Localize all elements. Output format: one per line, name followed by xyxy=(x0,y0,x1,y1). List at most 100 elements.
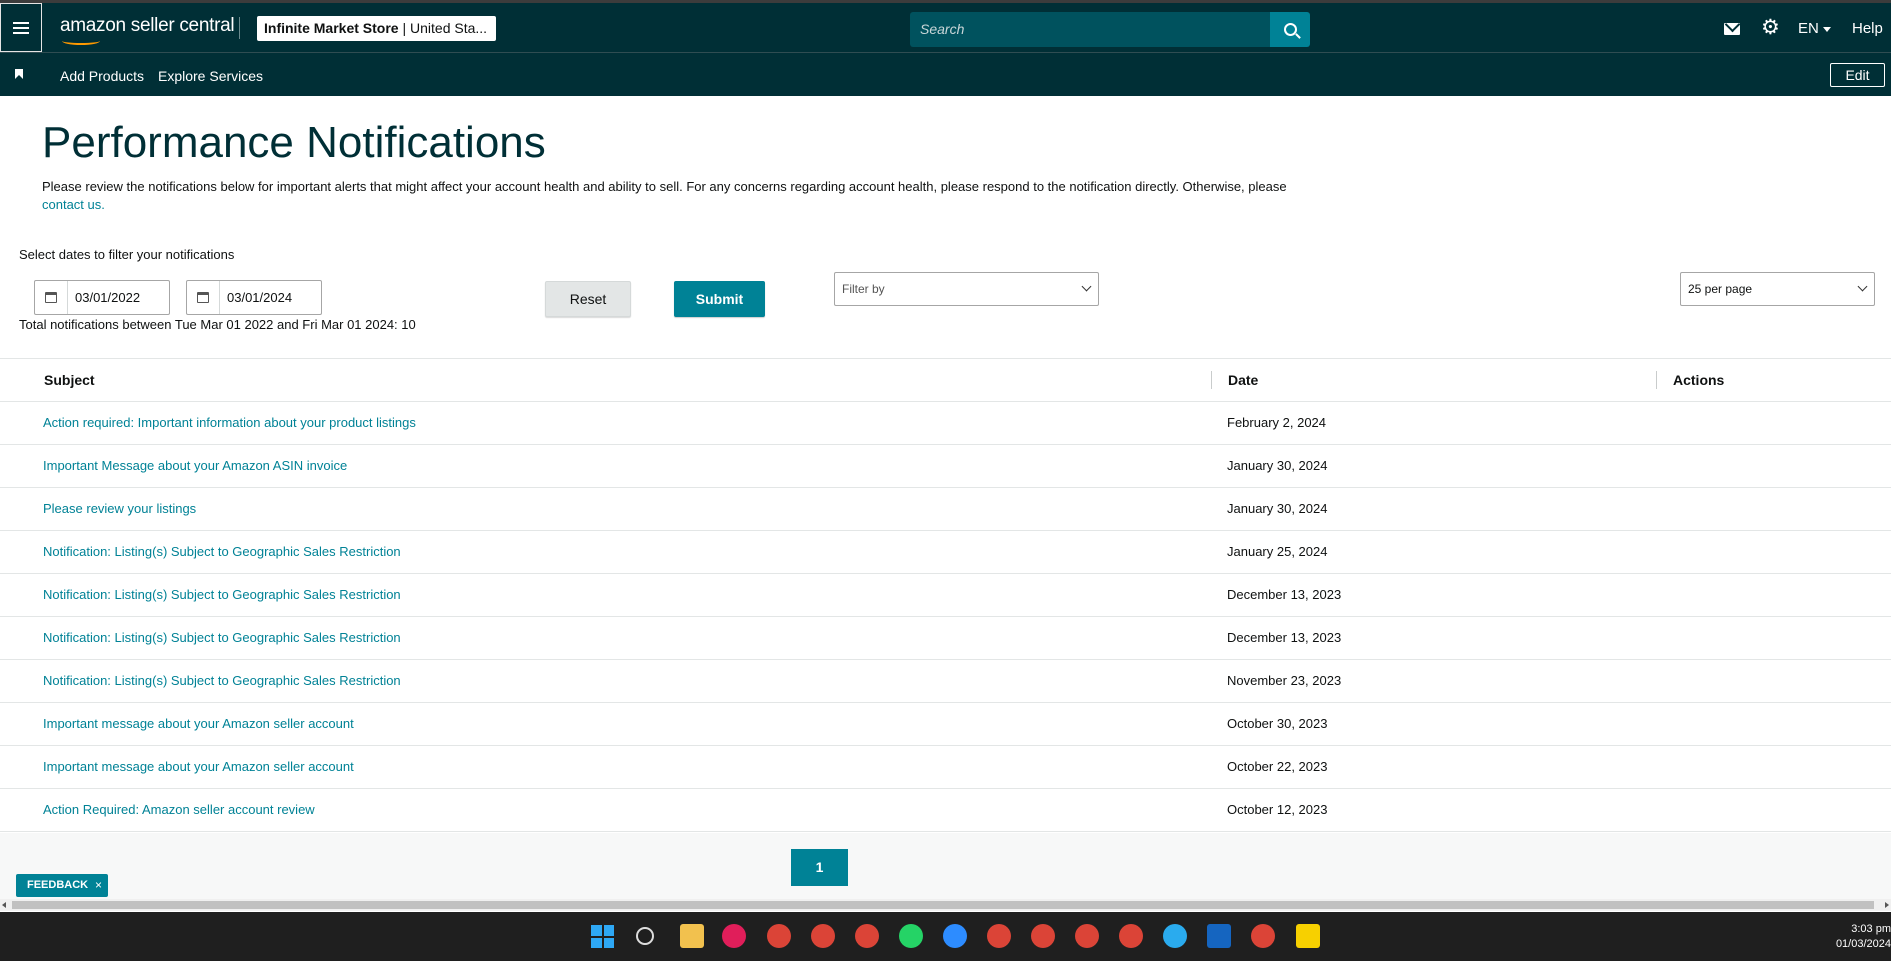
notification-date: December 13, 2023 xyxy=(1227,587,1342,602)
table-row: Notification: Listing(s) Subject to Geog… xyxy=(0,574,1891,617)
notification-subject-link[interactable]: Important Message about your Amazon ASIN… xyxy=(43,458,347,473)
language-selector[interactable]: EN xyxy=(1798,20,1831,37)
notification-date: December 13, 2023 xyxy=(1227,630,1342,645)
search-button[interactable] xyxy=(1270,12,1310,47)
whatsapp-icon[interactable] xyxy=(899,924,923,948)
notification-date: November 23, 2023 xyxy=(1227,673,1342,688)
help-link[interactable]: Help xyxy=(1852,20,1883,37)
system-clock[interactable]: 3:03 pm 01/03/2024 xyxy=(1819,922,1891,952)
notification-date: October 22, 2023 xyxy=(1227,759,1328,774)
feedback-button[interactable]: FEEDBACK × xyxy=(16,874,108,897)
horizontal-scrollbar[interactable] xyxy=(0,899,1891,911)
column-header-actions: Actions xyxy=(1673,372,1725,388)
zoom-icon[interactable] xyxy=(943,924,967,948)
notification-subject-link[interactable]: Please review your listings xyxy=(43,501,196,516)
table-row: Important message about your Amazon sell… xyxy=(0,703,1891,746)
per-page-select[interactable]: 25 per page xyxy=(1680,272,1875,306)
clock-time: 3:03 pm xyxy=(1851,923,1891,935)
notification-subject-link[interactable]: Action Required: Amazon seller account r… xyxy=(43,802,315,817)
filter-by-label: Filter by xyxy=(842,282,885,296)
edit-bookmarks-button[interactable]: Edit xyxy=(1830,63,1885,87)
notification-date: October 12, 2023 xyxy=(1227,802,1328,817)
sticky-notes-icon[interactable] xyxy=(1296,924,1320,948)
seller-central-logo[interactable]: amazon seller central xyxy=(60,15,235,45)
chevron-down-icon xyxy=(1081,281,1092,292)
top-header: amazon seller central Infinite Market St… xyxy=(0,0,1891,52)
notification-subject-link[interactable]: Action required: Important information a… xyxy=(43,415,416,430)
end-date-field[interactable]: 03/01/2024 xyxy=(186,280,322,315)
start-date-field[interactable]: 03/01/2022 xyxy=(34,280,170,315)
close-icon[interactable]: × xyxy=(95,874,102,897)
filter-by-select[interactable]: Filter by xyxy=(834,272,1099,306)
chrome-icon[interactable] xyxy=(1075,924,1099,948)
os-taskbar: 3:03 pm 01/03/2024 xyxy=(0,912,1891,961)
chrome-icon[interactable] xyxy=(1119,924,1143,948)
chrome-icon[interactable] xyxy=(1031,924,1055,948)
chevron-down-icon xyxy=(1857,281,1868,292)
calendar-icon[interactable] xyxy=(187,281,220,314)
telegram-icon[interactable] xyxy=(1163,924,1187,948)
notification-date: January 25, 2024 xyxy=(1227,544,1328,559)
column-header-date[interactable]: Date xyxy=(1228,372,1258,388)
table-body: Action required: Important information a… xyxy=(0,402,1891,832)
slack-icon[interactable] xyxy=(722,924,746,948)
start-date-value: 03/01/2022 xyxy=(75,290,141,305)
nav-add-products[interactable]: Add Products xyxy=(60,68,144,84)
chrome-icon[interactable] xyxy=(811,924,835,948)
intro-body: Please review the notifications below fo… xyxy=(42,179,1287,194)
notification-subject-link[interactable]: Notification: Listing(s) Subject to Geog… xyxy=(43,630,401,645)
contact-us-link[interactable]: contact us. xyxy=(42,197,105,212)
search-icon[interactable] xyxy=(636,927,654,945)
table-row: Important Message about your Amazon ASIN… xyxy=(0,445,1891,488)
notification-subject-link[interactable]: Important message about your Amazon sell… xyxy=(43,716,354,731)
table-row: Notification: Listing(s) Subject to Geog… xyxy=(0,660,1891,703)
page-1-button[interactable]: 1 xyxy=(791,849,848,886)
bookmark-icon[interactable] xyxy=(15,69,23,79)
table-row: Action Required: Amazon seller account r… xyxy=(0,789,1891,832)
notifications-table: Subject Date Actions Action required: Im… xyxy=(0,358,1891,832)
notification-subject-link[interactable]: Notification: Listing(s) Subject to Geog… xyxy=(43,587,401,602)
file-explorer-icon[interactable] xyxy=(680,924,704,948)
header-divider xyxy=(239,17,240,39)
chrome-icon[interactable] xyxy=(767,924,791,948)
store-name: Infinite Market Store xyxy=(264,20,399,36)
scroll-left-icon[interactable] xyxy=(2,902,6,908)
calendar-icon[interactable] xyxy=(35,281,68,314)
column-divider xyxy=(1211,371,1212,389)
table-row: Action required: Important information a… xyxy=(0,402,1891,445)
language-label: EN xyxy=(1798,20,1819,37)
filter-label: Select dates to filter your notification… xyxy=(19,247,235,262)
store-region: | United Sta... xyxy=(402,20,488,36)
per-page-label: 25 per page xyxy=(1688,282,1753,296)
menu-hamburger-icon[interactable] xyxy=(0,3,42,52)
column-divider xyxy=(1656,371,1657,389)
gear-icon[interactable]: ⚙ xyxy=(1761,17,1780,38)
mail-icon[interactable] xyxy=(1724,23,1740,35)
column-header-subject[interactable]: Subject xyxy=(44,372,95,388)
bookmark-bar: Add Products Explore Services Edit xyxy=(0,52,1891,96)
table-row: Notification: Listing(s) Subject to Geog… xyxy=(0,617,1891,660)
store-switcher[interactable]: Infinite Market Store | United Sta... xyxy=(257,16,496,41)
end-date-value: 03/01/2024 xyxy=(227,290,293,305)
notification-subject-link[interactable]: Notification: Listing(s) Subject to Geog… xyxy=(43,544,401,559)
notification-subject-link[interactable]: Important message about your Amazon sell… xyxy=(43,759,354,774)
chrome-icon[interactable] xyxy=(1251,924,1275,948)
amazon-smile-icon xyxy=(62,37,100,45)
feedback-label: FEEDBACK xyxy=(27,879,89,891)
intro-text: Please review the notifications below fo… xyxy=(42,178,1332,214)
logo-text: amazon seller central xyxy=(60,15,235,36)
submit-button[interactable]: Submit xyxy=(674,281,765,317)
chrome-icon[interactable] xyxy=(987,924,1011,948)
pagination-area: 1 xyxy=(0,833,1891,899)
chrome-icon[interactable] xyxy=(855,924,879,948)
scroll-right-icon[interactable] xyxy=(1885,902,1889,908)
reset-button[interactable]: Reset xyxy=(545,281,631,317)
notification-date: October 30, 2023 xyxy=(1227,716,1328,731)
nav-explore-services[interactable]: Explore Services xyxy=(158,68,263,84)
windows-start-icon[interactable] xyxy=(591,925,614,948)
scrollbar-thumb[interactable] xyxy=(12,901,1874,909)
r-app-icon[interactable] xyxy=(1207,924,1231,948)
search-input[interactable]: Search xyxy=(910,12,1271,47)
table-row: Please review your listings January 30, 2… xyxy=(0,488,1891,531)
notification-subject-link[interactable]: Notification: Listing(s) Subject to Geog… xyxy=(43,673,401,688)
